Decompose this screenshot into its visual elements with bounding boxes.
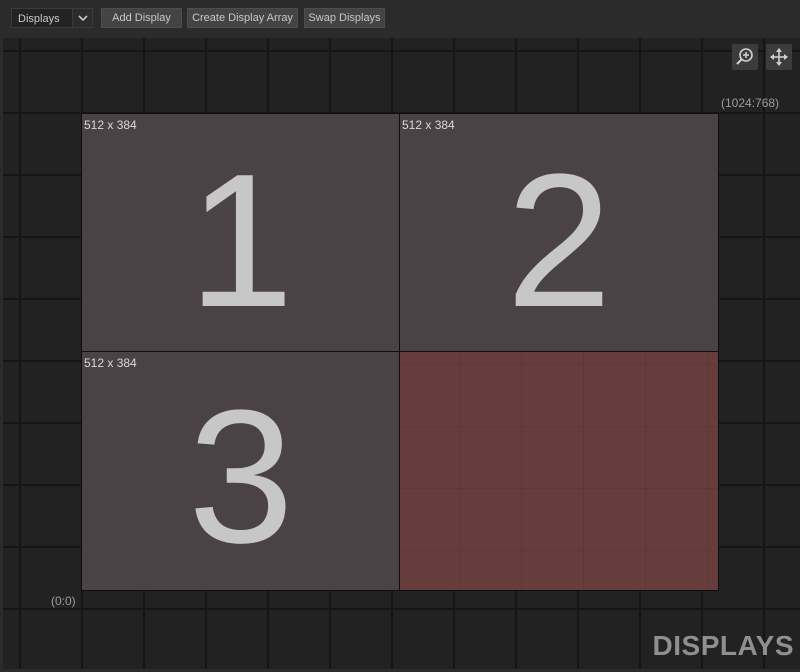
origin-coordinate-label: (0:0) [51, 594, 76, 608]
create-display-array-button[interactable]: Create Display Array [187, 8, 298, 28]
canvas-left-border [0, 38, 3, 672]
display-3[interactable]: 512 x 384 3 [81, 351, 401, 591]
display-size-label: 512 x 384 [84, 118, 137, 132]
display-size-label: 512 x 384 [84, 356, 137, 370]
display-1[interactable]: 512 x 384 1 [81, 113, 401, 352]
panel-watermark: DISPLAYS [652, 630, 794, 661]
chevron-down-icon[interactable] [72, 9, 92, 27]
zoom-in-icon[interactable] [732, 44, 758, 70]
display-number: 3 [188, 371, 294, 583]
empty-display-slot[interactable] [399, 351, 719, 591]
move-icon[interactable] [766, 44, 792, 70]
add-display-button[interactable]: Add Display [101, 8, 182, 28]
max-coordinate-label: (1024:768) [721, 96, 780, 110]
mode-select[interactable]: Displays [11, 8, 93, 28]
display-number: 2 [506, 135, 612, 347]
display-2[interactable]: 512 x 384 2 [399, 113, 719, 352]
display-size-label: 512 x 384 [402, 118, 455, 132]
mode-select-value: Displays [18, 13, 60, 25]
display-canvas[interactable]: (1024:768) 512 x 384 1 512 x 384 2 512 x… [0, 38, 800, 672]
display-number: 1 [188, 135, 294, 347]
swap-displays-button[interactable]: Swap Displays [304, 8, 385, 28]
toolbar: Displays Add Display Create Display Arra… [0, 0, 800, 38]
